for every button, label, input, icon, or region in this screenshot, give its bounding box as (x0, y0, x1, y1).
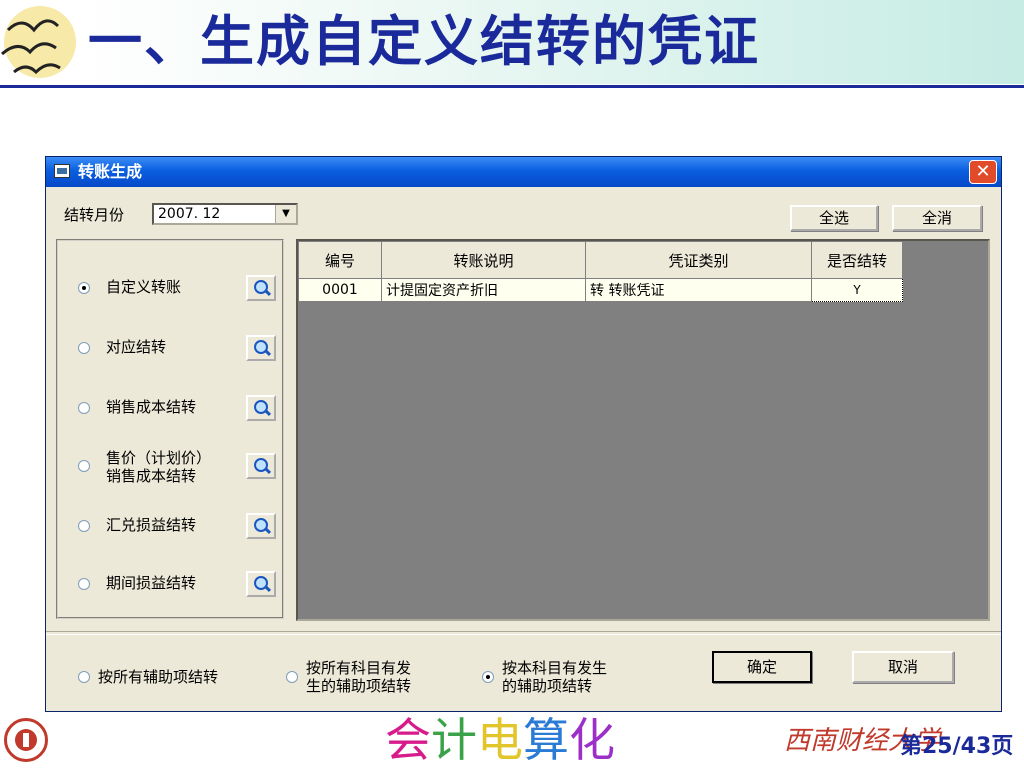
radio-label: 汇兑损益结转 (106, 516, 197, 534)
footer-course-title: 会计电算化 (385, 713, 615, 767)
radio-button[interactable] (78, 402, 90, 414)
select-all-button[interactable]: 全选 (790, 205, 878, 231)
radio-exchange-gain-loss-transfer[interactable]: 汇兑损益结转 (78, 507, 278, 547)
radio-label: 按本科目有发生 的辅助项结转 (502, 659, 608, 695)
month-select[interactable]: 2007. 12 ▼ (152, 203, 298, 225)
close-button[interactable]: ✕ (969, 160, 997, 184)
radio-planned-price-sales-cost-transfer[interactable]: 售价（计划价） 销售成本结转 (78, 447, 278, 487)
window-icon (54, 164, 70, 178)
table-header-row: 编号 转账说明 凭证类别 是否结转 (298, 241, 903, 279)
transfer-grid: 编号 转账说明 凭证类别 是否结转 0001 计提固定资产折旧 转 转账凭证 Y (296, 239, 990, 621)
radio-button[interactable] (78, 671, 90, 683)
search-exchange-gain-loss-button[interactable] (246, 513, 276, 539)
bird-logo-icon (1, 6, 76, 78)
cancel-button[interactable]: 取消 (852, 651, 954, 683)
cell-code[interactable]: 0001 (298, 278, 382, 302)
radio-label: 期间损益结转 (106, 574, 197, 592)
radio-button[interactable] (78, 342, 90, 354)
radio-corresponding-transfer[interactable]: 对应结转 (78, 329, 278, 369)
cell-is-transferred[interactable]: Y (811, 278, 903, 302)
column-header-description[interactable]: 转账说明 (381, 241, 586, 279)
radio-label: 售价（计划价） 销售成本结转 (106, 449, 212, 485)
radio-button[interactable] (482, 671, 494, 683)
radio-button[interactable] (78, 282, 90, 294)
transfer-type-panel: 自定义转账 对应结转 销售成本结转 售价（计划价） 销售成本结转 汇兑损益结转 期… (56, 239, 284, 619)
month-label: 结转月份 (64, 206, 125, 224)
radio-label: 对应结转 (106, 338, 167, 356)
month-value: 2007. 12 (158, 206, 221, 222)
column-header-is-transferred[interactable]: 是否结转 (811, 241, 903, 279)
ok-button[interactable]: 确定 (712, 651, 812, 683)
radio-all-subjects-aux-items[interactable]: 按所有科目有发 生的辅助项结转 (286, 657, 476, 697)
radio-label: 按所有辅助项结转 (98, 668, 219, 686)
radio-button[interactable] (78, 460, 90, 472)
radio-button[interactable] (78, 578, 90, 590)
search-sales-cost-button[interactable] (246, 395, 276, 421)
page-number: 第25/43页 (900, 734, 1014, 759)
radio-all-aux-items[interactable]: 按所有辅助项结转 (78, 657, 278, 697)
column-header-voucher-type[interactable]: 凭证类别 (585, 241, 812, 279)
header-divider (0, 85, 1024, 88)
transfer-table: 编号 转账说明 凭证类别 是否结转 0001 计提固定资产折旧 转 转账凭证 Y (298, 241, 903, 302)
slide-header: 一、生成自定义结转的凭证 (0, 0, 1024, 88)
cell-description[interactable]: 计提固定资产折旧 (381, 278, 586, 302)
column-header-code[interactable]: 编号 (298, 241, 382, 279)
dialog-titlebar[interactable]: 转账生成 ✕ (46, 157, 1001, 187)
radio-label: 销售成本结转 (106, 398, 197, 416)
deselect-all-button[interactable]: 全消 (892, 205, 982, 231)
radio-button[interactable] (286, 671, 298, 683)
radio-label: 按所有科目有发 生的辅助项结转 (306, 659, 412, 695)
radio-period-gain-loss-transfer[interactable]: 期间损益结转 (78, 565, 278, 605)
radio-custom-transfer[interactable]: 自定义转账 (78, 269, 278, 309)
radio-button[interactable] (78, 520, 90, 532)
bottom-divider (46, 631, 1001, 635)
search-corresponding-transfer-button[interactable] (246, 335, 276, 361)
search-custom-transfer-button[interactable] (246, 275, 276, 301)
slide-title: 一、生成自定义结转的凭证 (88, 10, 760, 73)
transfer-generate-dialog: 转账生成 ✕ 结转月份 2007. 12 ▼ 全选 全消 自定义转账 对应结转 … (45, 156, 1002, 712)
university-seal-icon (4, 718, 48, 762)
cell-voucher-type[interactable]: 转 转账凭证 (585, 278, 812, 302)
radio-sales-cost-transfer[interactable]: 销售成本结转 (78, 389, 278, 429)
search-period-gain-loss-button[interactable] (246, 571, 276, 597)
radio-label: 自定义转账 (106, 278, 182, 296)
chevron-down-icon[interactable]: ▼ (275, 205, 296, 223)
search-planned-price-button[interactable] (246, 453, 276, 479)
radio-this-subject-aux-items[interactable]: 按本科目有发生 的辅助项结转 (482, 657, 672, 697)
table-row[interactable]: 0001 计提固定资产折旧 转 转账凭证 Y (298, 278, 903, 302)
dialog-title: 转账生成 (78, 162, 143, 181)
